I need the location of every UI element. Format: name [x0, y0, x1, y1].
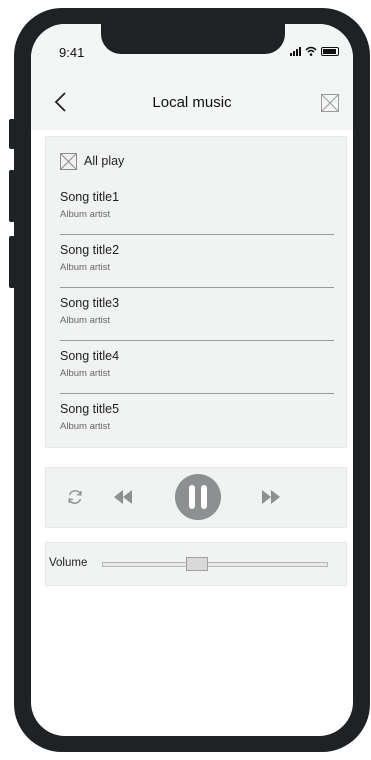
song-artist: Album artist — [60, 421, 111, 432]
pause-icon[interactable] — [174, 473, 222, 521]
song-item-4[interactable]: Song title4 Album artist — [60, 342, 334, 394]
volume-slider-track[interactable] — [102, 562, 328, 567]
divider — [60, 233, 334, 235]
nav-bar: Local music — [31, 70, 353, 130]
status-time: 9:41 — [59, 45, 85, 60]
signal-icon — [290, 46, 301, 56]
song-title: Song title3 — [60, 296, 120, 310]
song-list: All play Song title1 Album artist Song t… — [45, 136, 347, 448]
song-title: Song title5 — [60, 402, 120, 416]
song-item-5[interactable]: Song title5 Album artist — [60, 395, 334, 447]
image-placeholder-icon[interactable] — [321, 94, 339, 112]
volume-label: Volume — [49, 557, 88, 569]
notch — [101, 24, 285, 54]
song-artist: Album artist — [60, 315, 111, 326]
page-title: Local music — [152, 94, 232, 111]
song-item-2[interactable]: Song title2 Album artist — [60, 236, 334, 288]
song-item-1[interactable]: Song title1 Album artist — [60, 183, 334, 235]
divider — [60, 392, 334, 394]
checkbox-icon[interactable] — [60, 152, 77, 170]
status-icons — [290, 46, 339, 56]
song-artist: Album artist — [60, 368, 111, 379]
song-title: Song title4 — [60, 349, 120, 363]
previous-icon[interactable] — [112, 489, 134, 505]
battery-icon — [321, 47, 339, 56]
volume-control: Volume — [45, 542, 347, 586]
divider — [60, 339, 334, 341]
phone-frame: 9:41 Local music All play Song title1 Al… — [14, 8, 370, 752]
song-title: Song title2 — [60, 243, 120, 257]
volume-slider-thumb[interactable] — [186, 557, 208, 571]
next-icon[interactable] — [260, 489, 282, 505]
phone-screen: 9:41 Local music All play Song title1 Al… — [31, 24, 353, 736]
divider — [60, 286, 334, 288]
song-item-3[interactable]: Song title3 Album artist — [60, 289, 334, 341]
playback-controls — [45, 467, 347, 528]
song-title: Song title1 — [60, 190, 120, 204]
all-play-checkbox[interactable]: All play — [60, 151, 124, 171]
wifi-icon — [305, 46, 317, 56]
all-play-label: All play — [84, 154, 125, 168]
repeat-icon[interactable] — [66, 488, 84, 506]
song-artist: Album artist — [60, 209, 111, 220]
song-artist: Album artist — [60, 262, 111, 273]
